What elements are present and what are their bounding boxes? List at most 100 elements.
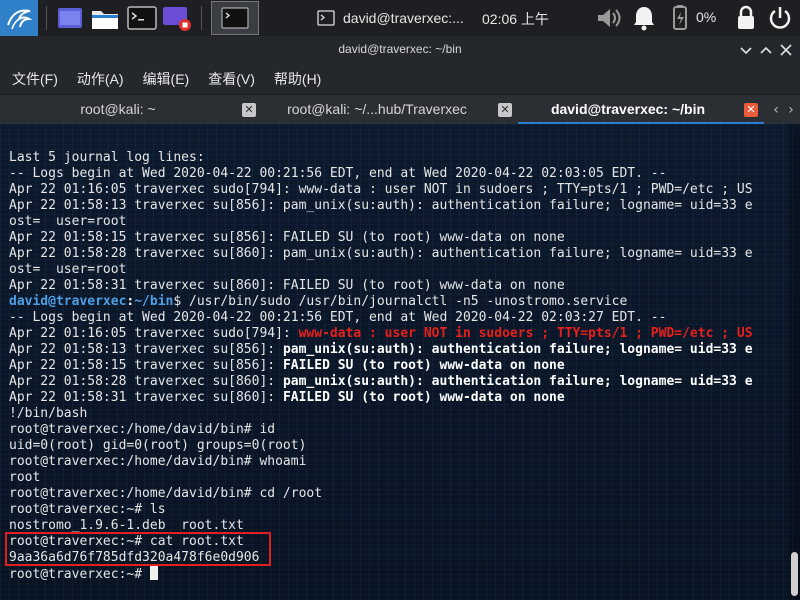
terminal-text-segment: FAILED SU (to root) www-data on none <box>282 390 565 405</box>
tab-bar: root@kali: ~ ✕ root@kali: ~/...hub/Trave… <box>0 94 800 125</box>
terminal-text-segment: !/bin/bash <box>9 406 88 421</box>
terminal-line: !/bin/bash <box>9 406 789 422</box>
workspace-button[interactable] <box>53 2 87 34</box>
terminal-launcher-button[interactable] <box>125 2 159 34</box>
terminal-text-segment: root@traverxec:~# ls <box>9 502 166 517</box>
terminal-text-segment: pam_unix(su:auth): authentication failur… <box>282 374 753 389</box>
screen-recorder-button[interactable] <box>160 2 194 34</box>
terminal-text-segment: nostromo_1.9.6-1.deb root.txt <box>9 518 244 533</box>
terminal-text-segment: root <box>9 470 41 485</box>
active-window-title-label: david@traverxec:... <box>343 10 464 26</box>
terminal-lines: Last 5 journal log lines: -- Logs begin a… <box>9 150 789 582</box>
menu-actions[interactable]: 动作(A) <box>77 69 124 89</box>
power-icon[interactable] <box>766 4 794 32</box>
terminal-line: root@traverxec:~# ls <box>9 502 789 518</box>
terminal-line: Apr 22 01:58:28 traverxec su[860]: pam_u… <box>9 246 789 262</box>
terminal-text-segment: Last 5 journal log lines: <box>9 150 205 165</box>
terminal-scrollbar[interactable] <box>789 124 800 600</box>
tab-label: root@kali: ~ <box>80 101 156 117</box>
terminal-line: -- Logs begin at Wed 2020-04-22 00:21:56… <box>9 310 789 326</box>
tab-close-icon[interactable]: ✕ <box>498 103 512 117</box>
tab-root-kali[interactable]: root@kali: ~ ✕ <box>0 95 262 125</box>
terminal-icon <box>221 7 249 29</box>
active-window-title[interactable]: david@traverxec:... <box>317 8 464 28</box>
terminal-text-segment: www-data : user NOT in sudoers ; TTY=pts… <box>298 326 753 341</box>
terminal-line: ost= user=root <box>9 214 789 230</box>
terminal-line: Apr 22 01:58:28 traverxec su[860]: pam_u… <box>9 374 789 390</box>
window-titlebar[interactable]: david@traverxec: ~/bin <box>0 36 800 64</box>
terminal-text-segment: Apr 22 01:58:31 traverxec su[860]: FAILE… <box>9 278 565 293</box>
menu-bar: 文件(F) 动作(A) 编辑(E) 查看(V) 帮助(H) <box>0 64 800 94</box>
terminal-line: ost= user=root <box>9 262 789 278</box>
menu-view[interactable]: 查看(V) <box>208 69 255 89</box>
terminal-line: Apr 22 01:58:31 traverxec su[860]: FAILE… <box>9 390 789 406</box>
minimize-icon[interactable] <box>738 42 754 58</box>
tab-scroll-right-icon[interactable]: › <box>783 95 799 125</box>
terminal-line: Apr 22 01:58:13 traverxec su[856]: pam_u… <box>9 342 789 358</box>
terminal-text-segment: ost= user=root <box>9 262 127 277</box>
terminal-line: Apr 22 01:58:31 traverxec su[860]: FAILE… <box>9 278 789 294</box>
maximize-icon[interactable] <box>758 42 774 58</box>
file-manager-button[interactable] <box>88 2 122 34</box>
battery-percentage: 0% <box>696 9 717 25</box>
menu-file[interactable]: 文件(F) <box>12 69 58 89</box>
lock-icon[interactable] <box>732 4 760 32</box>
file-manager-icon <box>92 11 118 29</box>
terminal-line: root@traverxec:~# <box>9 566 789 582</box>
clock[interactable]: 02:06 上午 <box>482 9 549 29</box>
menu-edit[interactable]: 编辑(E) <box>143 69 190 89</box>
terminal-text-segment: root@traverxec:/home/david/bin# id <box>9 422 276 437</box>
terminal-text-segment: Apr 22 01:16:05 traverxec sudo[794]: www… <box>9 182 753 197</box>
terminal-line: Apr 22 01:58:13 traverxec su[856]: pam_u… <box>9 198 789 214</box>
terminal-text-segment: Apr 22 01:16:05 traverxec sudo[794]: <box>9 326 299 341</box>
terminal-text-segment: Apr 22 01:58:28 traverxec su[860]: <box>9 374 283 389</box>
panel-separator <box>201 6 202 30</box>
terminal-text-segment: root@traverxec:/home/david/bin# cd /root <box>9 486 323 501</box>
screen-recorder-icon <box>163 7 191 31</box>
terminal-text-segment: -- Logs begin at Wed 2020-04-22 00:21:56… <box>9 166 667 181</box>
terminal-line: -- Logs begin at Wed 2020-04-22 00:21:56… <box>9 166 789 182</box>
notification-bell-icon[interactable] <box>630 4 658 32</box>
tab-label: david@traverxec: ~/bin <box>550 101 706 117</box>
terminal-text-segment: Apr 22 01:58:31 traverxec su[860]: <box>9 390 283 405</box>
workspace-icon <box>58 8 82 28</box>
terminal-text-segment: Apr 22 01:58:28 traverxec su[860]: pam_u… <box>9 246 753 261</box>
terminal-line: Apr 22 01:58:15 traverxec su[856]: FAILE… <box>9 358 789 374</box>
terminal-line: root@traverxec:/home/david/bin# id <box>9 422 789 438</box>
terminal-text-segment: Apr 22 01:58:13 traverxec su[856]: pam_u… <box>9 198 753 213</box>
desktop-screen: david@traverxec:... 02:06 上午 0% david@tr… <box>0 0 800 600</box>
close-icon[interactable] <box>778 42 794 58</box>
tab-david-traverxec[interactable]: david@traverxec: ~/bin ✕ <box>518 95 764 125</box>
terminal-text-segment: david@traverxec <box>9 294 127 309</box>
window-title: david@traverxec: ~/bin <box>338 42 462 56</box>
terminal-text-segment: FAILED SU (to root) www-data on none <box>282 358 565 373</box>
tab-root-kali-traverxec[interactable]: root@kali: ~/...hub/Traverxec ✕ <box>262 95 518 125</box>
terminal-text-segment: uid=0(root) gid=0(root) groups=0(root) <box>9 438 307 453</box>
terminal-cursor <box>149 566 158 580</box>
terminal-line: root <box>9 470 789 486</box>
terminal-icon <box>127 6 157 30</box>
terminal-text-segment: $ /usr/bin/sudo /usr/bin/journalctl -n5 … <box>173 294 628 309</box>
tab-close-icon[interactable]: ✕ <box>744 103 758 117</box>
menu-help[interactable]: 帮助(H) <box>274 69 321 89</box>
terminal-line: Apr 22 01:16:05 traverxec sudo[794]: www… <box>9 182 789 198</box>
terminal-output[interactable]: Last 5 journal log lines: -- Logs begin a… <box>0 124 800 600</box>
volume-icon[interactable] <box>594 4 622 32</box>
terminal-line: david@traverxec:~/bin$ /usr/bin/sudo /us… <box>9 294 789 310</box>
taskbar-terminal-window[interactable] <box>211 1 259 35</box>
tab-scroll-left-icon[interactable]: ‹ <box>768 95 784 125</box>
terminal-text-segment: pam_unix(su:auth): authentication failur… <box>282 342 753 357</box>
terminal-line: Last 5 journal log lines: <box>9 150 789 166</box>
battery-icon[interactable] <box>666 4 694 32</box>
terminal-line: root@traverxec:/home/david/bin# whoami <box>9 454 789 470</box>
terminal-line: root@traverxec:/home/david/bin# cd /root <box>9 486 789 502</box>
terminal-text-segment: Apr 22 01:58:15 traverxec su[856]: <box>9 358 283 373</box>
terminal-text-segment: ~/bin <box>134 294 174 309</box>
terminal-text-segment: ost= user=root <box>9 214 127 229</box>
scrollbar-thumb[interactable] <box>791 552 798 596</box>
terminal-text-segment: -- Logs begin at Wed 2020-04-22 00:21:56… <box>9 310 667 325</box>
tab-close-icon[interactable]: ✕ <box>242 103 256 117</box>
panel-separator <box>46 6 47 30</box>
kali-menu-button[interactable] <box>0 0 38 36</box>
root-flag-highlight-box <box>5 532 271 566</box>
